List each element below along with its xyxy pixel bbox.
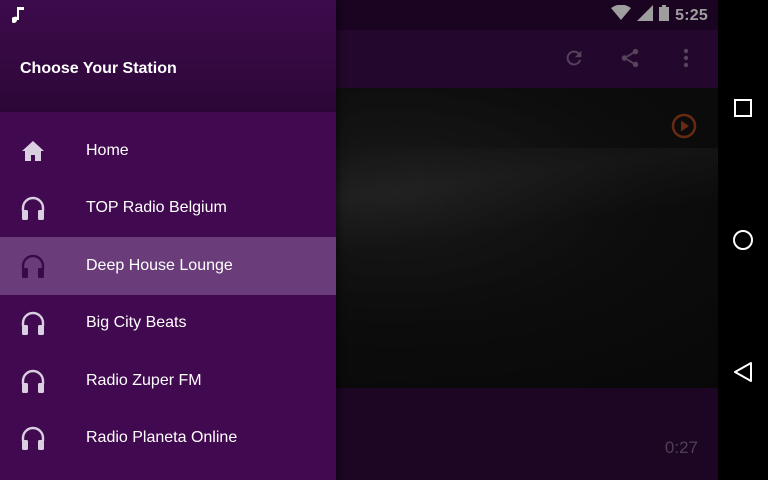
- drawer-list: Home TOP Radio Belgium Deep House Lounge…: [0, 122, 336, 467]
- headphones-icon: [16, 191, 50, 225]
- app-window: 5:25 0:27 Choose Your Station Home TOP R…: [0, 0, 718, 480]
- headphones-icon: [16, 364, 50, 398]
- drawer-item-label: TOP Radio Belgium: [86, 199, 227, 217]
- drawer-header: Choose Your Station: [0, 0, 336, 112]
- drawer-item-label: Deep House Lounge: [86, 256, 233, 274]
- drawer-item-big-city-beats[interactable]: Big City Beats: [0, 295, 336, 353]
- drawer-item-radio-planeta-online[interactable]: Radio Planeta Online: [0, 410, 336, 468]
- back-icon[interactable]: [731, 360, 755, 384]
- headphones-icon: [16, 249, 50, 283]
- drawer-item-home[interactable]: Home: [0, 122, 336, 180]
- drawer-item-label: Radio Zuper FM: [86, 371, 202, 389]
- drawer-item-label: Home: [86, 141, 129, 159]
- home-circle-icon[interactable]: [731, 228, 755, 252]
- drawer-title: Choose Your Station: [20, 60, 177, 77]
- navigation-drawer: Choose Your Station Home TOP Radio Belgi…: [0, 0, 336, 480]
- headphones-icon: [16, 306, 50, 340]
- drawer-item-deep-house-lounge[interactable]: Deep House Lounge: [0, 237, 336, 295]
- system-nav-bar: [718, 0, 768, 480]
- drawer-item-label: Big City Beats: [86, 314, 187, 332]
- drawer-item-top-radio-belgium[interactable]: TOP Radio Belgium: [0, 180, 336, 238]
- recents-icon[interactable]: [731, 96, 755, 120]
- music-note-icon: [11, 6, 26, 29]
- drawer-item-radio-zuper-fm[interactable]: Radio Zuper FM: [0, 352, 336, 410]
- drawer-item-label: Radio Planeta Online: [86, 429, 238, 447]
- home-icon: [16, 134, 50, 168]
- headphones-icon: [16, 421, 50, 455]
